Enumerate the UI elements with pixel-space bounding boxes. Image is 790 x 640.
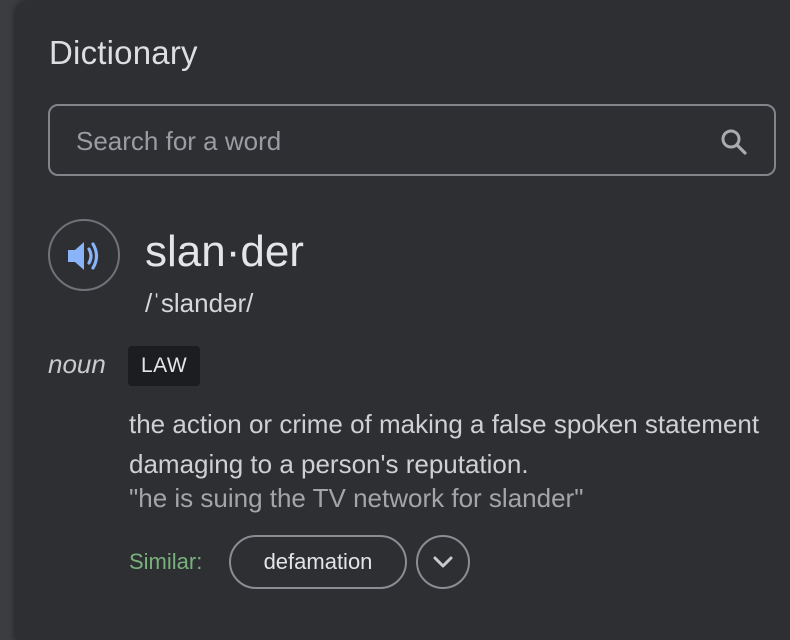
similar-word-chip[interactable]: defamation — [229, 535, 407, 589]
panel-title: Dictionary — [49, 34, 198, 71]
chevron-down-icon — [433, 556, 453, 568]
domain-label-badge: LAW — [128, 346, 201, 386]
search-icon[interactable] — [720, 128, 748, 156]
dictionary-panel — [16, 0, 790, 640]
search-input[interactable] — [74, 106, 698, 176]
part-of-speech: noun — [48, 349, 106, 379]
expand-similar-button[interactable] — [416, 535, 470, 589]
speaker-icon — [68, 242, 99, 270]
definition-text: the action or crime of making a false sp… — [129, 409, 760, 479]
similar-label: Similar: — [129, 549, 203, 574]
headword: slan·der — [145, 227, 304, 276]
search-box[interactable] — [48, 104, 776, 176]
example-sentence: "he is suing the TV network for slander" — [129, 483, 584, 513]
phonetic-transcription: /ˈslandər/ — [145, 288, 254, 318]
pronunciation-button[interactable] — [48, 219, 120, 291]
